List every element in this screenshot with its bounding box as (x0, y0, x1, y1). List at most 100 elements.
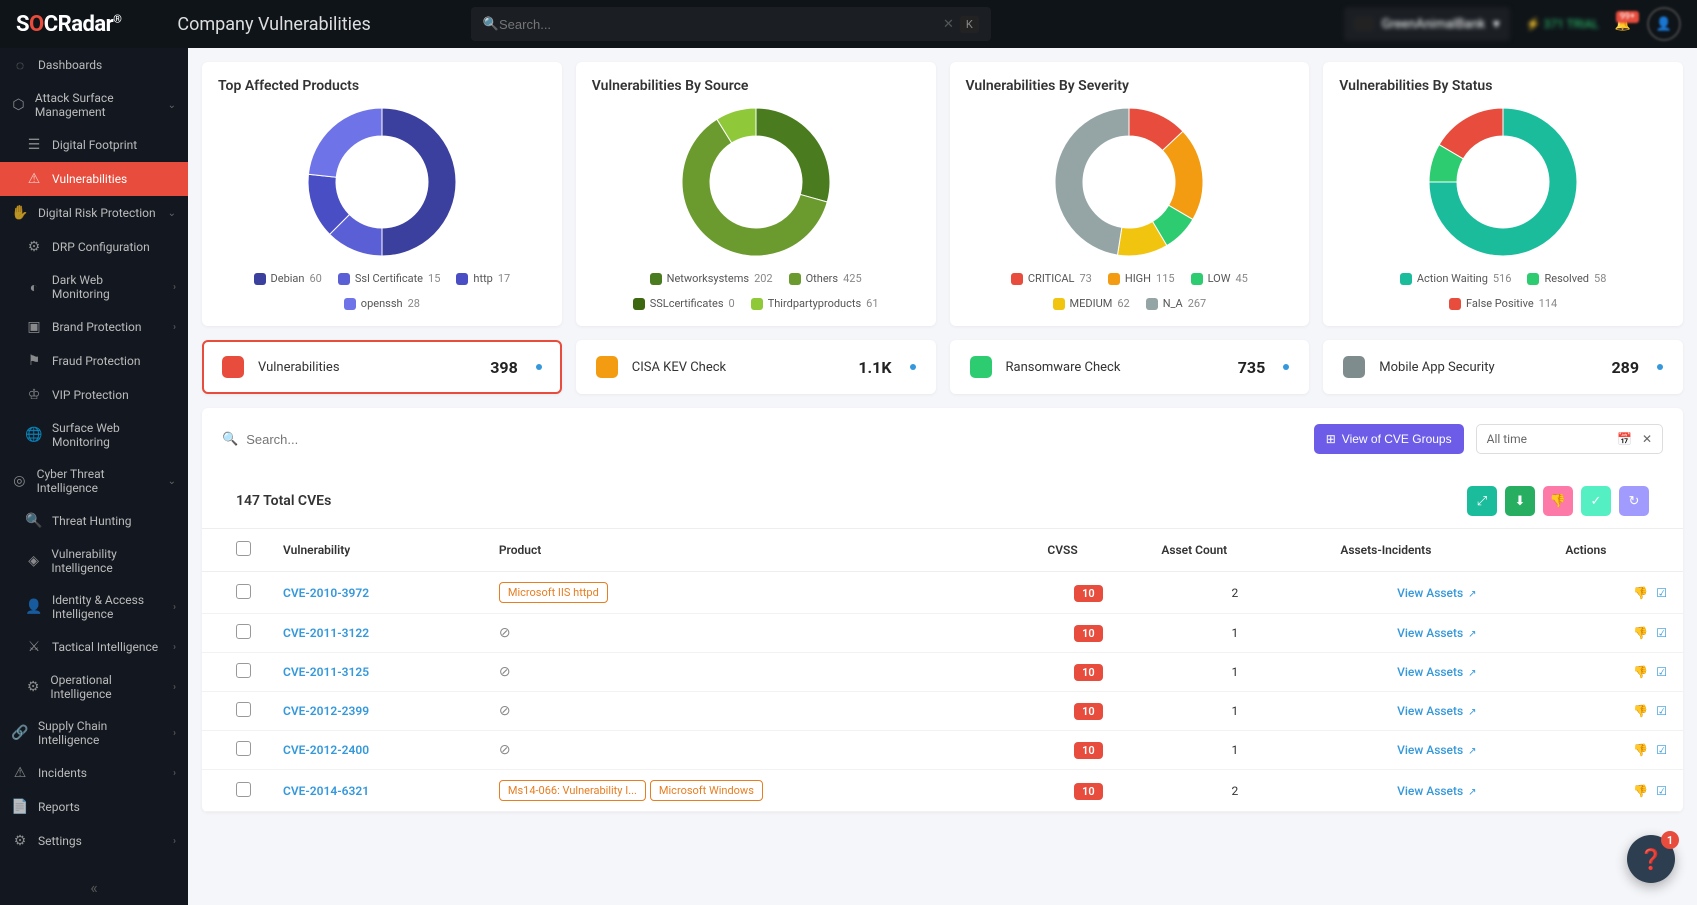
time-filter[interactable]: All time 📅 ✕ (1476, 424, 1663, 454)
sidebar-item-fraud-protection[interactable]: ⚑Fraud Protection (0, 344, 188, 378)
product-tag[interactable]: Microsoft IIS httpd (499, 582, 608, 603)
check-icon[interactable]: ☑ (1656, 586, 1667, 600)
column-header[interactable]: Assets-Incidents (1324, 529, 1549, 572)
row-checkbox[interactable] (236, 782, 251, 797)
legend-item[interactable]: SSLcertificates 0 (633, 297, 735, 310)
sidebar-item-dark-web-monitoring[interactable]: ◐Dark Web Monitoring› (0, 264, 188, 310)
cve-link[interactable]: CVE-2012-2399 (283, 704, 369, 718)
legend-item[interactable]: Resolved 58 (1527, 272, 1606, 285)
stat-mobile-app-security[interactable]: Mobile App Security289 (1323, 340, 1683, 394)
sidebar-item-reports[interactable]: 📄Reports (0, 790, 188, 824)
global-search[interactable]: 🔍 ✕ K (471, 7, 991, 41)
check-icon[interactable]: ☑ (1656, 665, 1667, 679)
legend-item[interactable]: http 17 (456, 272, 510, 285)
select-all-checkbox[interactable] (236, 541, 251, 556)
column-header[interactable]: Vulnerability (267, 529, 483, 572)
user-avatar[interactable]: 👤 (1647, 7, 1681, 41)
table-search-input[interactable] (246, 432, 1302, 447)
cve-link[interactable]: CVE-2012-2400 (283, 743, 369, 757)
company-selector[interactable]: GreenAnimalBank ▾ (1344, 7, 1510, 41)
action-refresh-button[interactable]: ↻ (1619, 486, 1649, 516)
row-checkbox[interactable] (236, 741, 251, 756)
sidebar-item-digital-risk-protection[interactable]: ✋Digital Risk Protection⌄ (0, 196, 188, 230)
product-tag[interactable]: Microsoft Windows (650, 780, 763, 801)
sidebar-item-cyber-threat-intelligence[interactable]: ◎Cyber Threat Intelligence⌄ (0, 458, 188, 504)
logo[interactable]: SOCRadar® (16, 12, 121, 37)
product-tag[interactable]: Ms14-066: Vulnerability I... (499, 780, 646, 801)
legend-item[interactable]: Others 425 (789, 272, 862, 285)
trial-badge[interactable]: ⚡ 371 TRIAL (1526, 17, 1599, 31)
legend-item[interactable]: False Positive 114 (1449, 297, 1557, 310)
sidebar-item-surface-web-monitoring[interactable]: 🌐Surface Web Monitoring (0, 412, 188, 458)
dislike-icon[interactable]: 👎 (1633, 784, 1648, 798)
clear-icon[interactable]: ✕ (943, 17, 954, 32)
stat-cisa-kev-check[interactable]: CISA KEV Check1.1K (576, 340, 936, 394)
dislike-icon[interactable]: 👎 (1633, 626, 1648, 640)
check-icon[interactable]: ☑ (1656, 743, 1667, 757)
sidebar-item-vulnerability-intelligence[interactable]: ◈Vulnerability Intelligence (0, 538, 188, 584)
sidebar-item-settings[interactable]: ⚙Settings› (0, 824, 188, 858)
column-header[interactable]: Product (483, 529, 1032, 572)
sidebar-item-digital-footprint[interactable]: ☰Digital Footprint (0, 128, 188, 162)
legend-item[interactable]: openssh 28 (344, 297, 420, 310)
legend-item[interactable]: LOW 45 (1191, 272, 1248, 285)
legend-item[interactable]: Debian 60 (254, 272, 322, 285)
action-approve-button[interactable]: ✓ (1581, 486, 1611, 516)
column-header[interactable] (202, 529, 267, 572)
cve-link[interactable]: CVE-2011-3122 (283, 626, 369, 640)
legend-item[interactable]: N_A 267 (1146, 297, 1207, 310)
sidebar-item-drp-configuration[interactable]: ⚙DRP Configuration (0, 230, 188, 264)
action-dislike-button[interactable]: 👎 (1543, 486, 1573, 516)
column-header[interactable]: Asset Count (1145, 529, 1324, 572)
legend-item[interactable]: Networksystems 202 (650, 272, 773, 285)
sidebar-item-dashboards[interactable]: ◌Dashboards (0, 48, 188, 82)
cve-link[interactable]: CVE-2010-3972 (283, 586, 369, 600)
help-fab[interactable]: ❓ 1 (1627, 835, 1675, 883)
dislike-icon[interactable]: 👎 (1633, 665, 1648, 679)
cve-link[interactable]: CVE-2014-6321 (283, 784, 369, 798)
legend-item[interactable]: Action Waiting 516 (1400, 272, 1512, 285)
sidebar-item-brand-protection[interactable]: ▣Brand Protection› (0, 310, 188, 344)
sidebar-item-tactical-intelligence[interactable]: ⚔Tactical Intelligence› (0, 630, 188, 664)
stat-vulnerabilities[interactable]: Vulnerabilities398 (202, 340, 562, 394)
sidebar-item-attack-surface-management[interactable]: ⬡Attack Surface Management⌄ (0, 82, 188, 128)
sidebar-item-vulnerabilities[interactable]: ⚠Vulnerabilities (0, 162, 188, 196)
sidebar-item-vip-protection[interactable]: ♔VIP Protection (0, 378, 188, 412)
view-cve-groups-button[interactable]: ⊞ View of CVE Groups (1314, 424, 1464, 454)
legend-item[interactable]: HIGH 115 (1108, 272, 1175, 285)
search-input[interactable] (499, 17, 943, 32)
action-expand-button[interactable]: ⤢ (1467, 486, 1497, 516)
row-checkbox[interactable] (236, 702, 251, 717)
legend-item[interactable]: Ssl Certificate 15 (338, 272, 441, 285)
legend-item[interactable]: MEDIUM 62 (1053, 297, 1130, 310)
stat-ransomware-check[interactable]: Ransomware Check735 (950, 340, 1310, 394)
row-checkbox[interactable] (236, 624, 251, 639)
row-checkbox[interactable] (236, 663, 251, 678)
legend-item[interactable]: Thirdpartyproducts 61 (751, 297, 879, 310)
legend-item[interactable]: CRITICAL 73 (1011, 272, 1092, 285)
view-assets-link[interactable]: View Assets ↗ (1397, 586, 1476, 600)
table-search[interactable]: 🔍 (222, 432, 1302, 447)
sidebar-item-operational-intelligence[interactable]: ⚙Operational Intelligence› (0, 664, 188, 710)
action-download-button[interactable]: ⬇ (1505, 486, 1535, 516)
column-header[interactable]: Actions (1549, 529, 1683, 572)
sidebar-collapse[interactable]: « (0, 870, 188, 905)
view-assets-link[interactable]: View Assets ↗ (1397, 784, 1476, 798)
notifications-button[interactable]: 🔔 99+ (1615, 17, 1631, 32)
sidebar-item-threat-hunting[interactable]: 🔍Threat Hunting (0, 504, 188, 538)
dislike-icon[interactable]: 👎 (1633, 586, 1648, 600)
sidebar-item-identity-access-intelligence[interactable]: 👤Identity & Access Intelligence› (0, 584, 188, 630)
view-assets-link[interactable]: View Assets ↗ (1397, 665, 1476, 679)
view-assets-link[interactable]: View Assets ↗ (1397, 743, 1476, 757)
clear-icon[interactable]: ✕ (1642, 432, 1652, 446)
dislike-icon[interactable]: 👎 (1633, 704, 1648, 718)
check-icon[interactable]: ☑ (1656, 704, 1667, 718)
view-assets-link[interactable]: View Assets ↗ (1397, 704, 1476, 718)
check-icon[interactable]: ☑ (1656, 784, 1667, 798)
sidebar-item-supply-chain-intelligence[interactable]: 🔗Supply Chain Intelligence› (0, 710, 188, 756)
row-checkbox[interactable] (236, 584, 251, 599)
check-icon[interactable]: ☑ (1656, 626, 1667, 640)
view-assets-link[interactable]: View Assets ↗ (1397, 626, 1476, 640)
column-header[interactable]: CVSS (1031, 529, 1145, 572)
dislike-icon[interactable]: 👎 (1633, 743, 1648, 757)
